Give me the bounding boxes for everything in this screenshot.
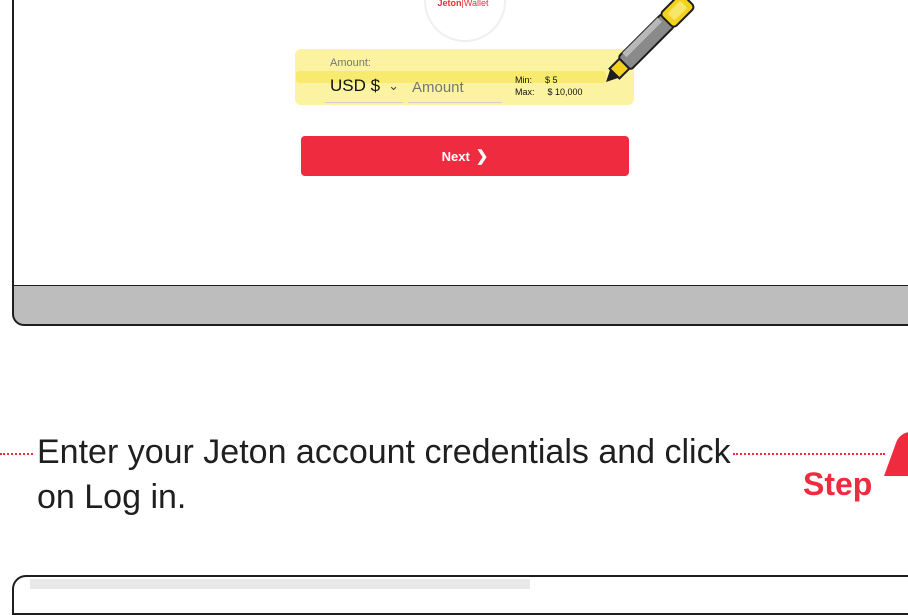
min-label: Min: <box>515 75 533 85</box>
currency-select[interactable]: USD $ ⌄ <box>330 76 399 96</box>
amount-limits: Min: $ 5 Max: $ 10,000 <box>515 74 583 98</box>
dotted-connector-left <box>0 453 33 455</box>
highlighter-marker-icon <box>606 0 695 82</box>
amount-label: Amount: <box>330 57 371 69</box>
logo-brand: Jeton <box>437 0 462 8</box>
step-number-badge <box>883 432 908 476</box>
next-screen-top-bar <box>30 579 530 589</box>
logo-product: Wallet <box>463 0 489 8</box>
currency-underline <box>325 102 403 103</box>
laptop-base <box>12 286 908 326</box>
step-label: Step <box>803 466 873 502</box>
amount-input[interactable] <box>412 76 502 98</box>
chevron-down-icon: ⌄ <box>388 78 399 93</box>
next-button[interactable]: Next ❯ <box>301 136 629 176</box>
chevron-right-icon: ❯ <box>475 148 489 165</box>
step-instruction: Enter your Jeton account credentials and… <box>37 433 731 516</box>
amount-underline <box>408 102 502 103</box>
currency-value: USD $ <box>330 76 381 95</box>
min-value: $ 5 <box>545 75 558 85</box>
dotted-connector-right <box>733 453 885 455</box>
max-value: $ 10,000 <box>547 87 583 97</box>
max-label: Max: <box>515 87 535 97</box>
jeton-wallet-logo: Jeton|Wallet <box>426 0 500 9</box>
next-button-label: Next <box>441 148 470 164</box>
